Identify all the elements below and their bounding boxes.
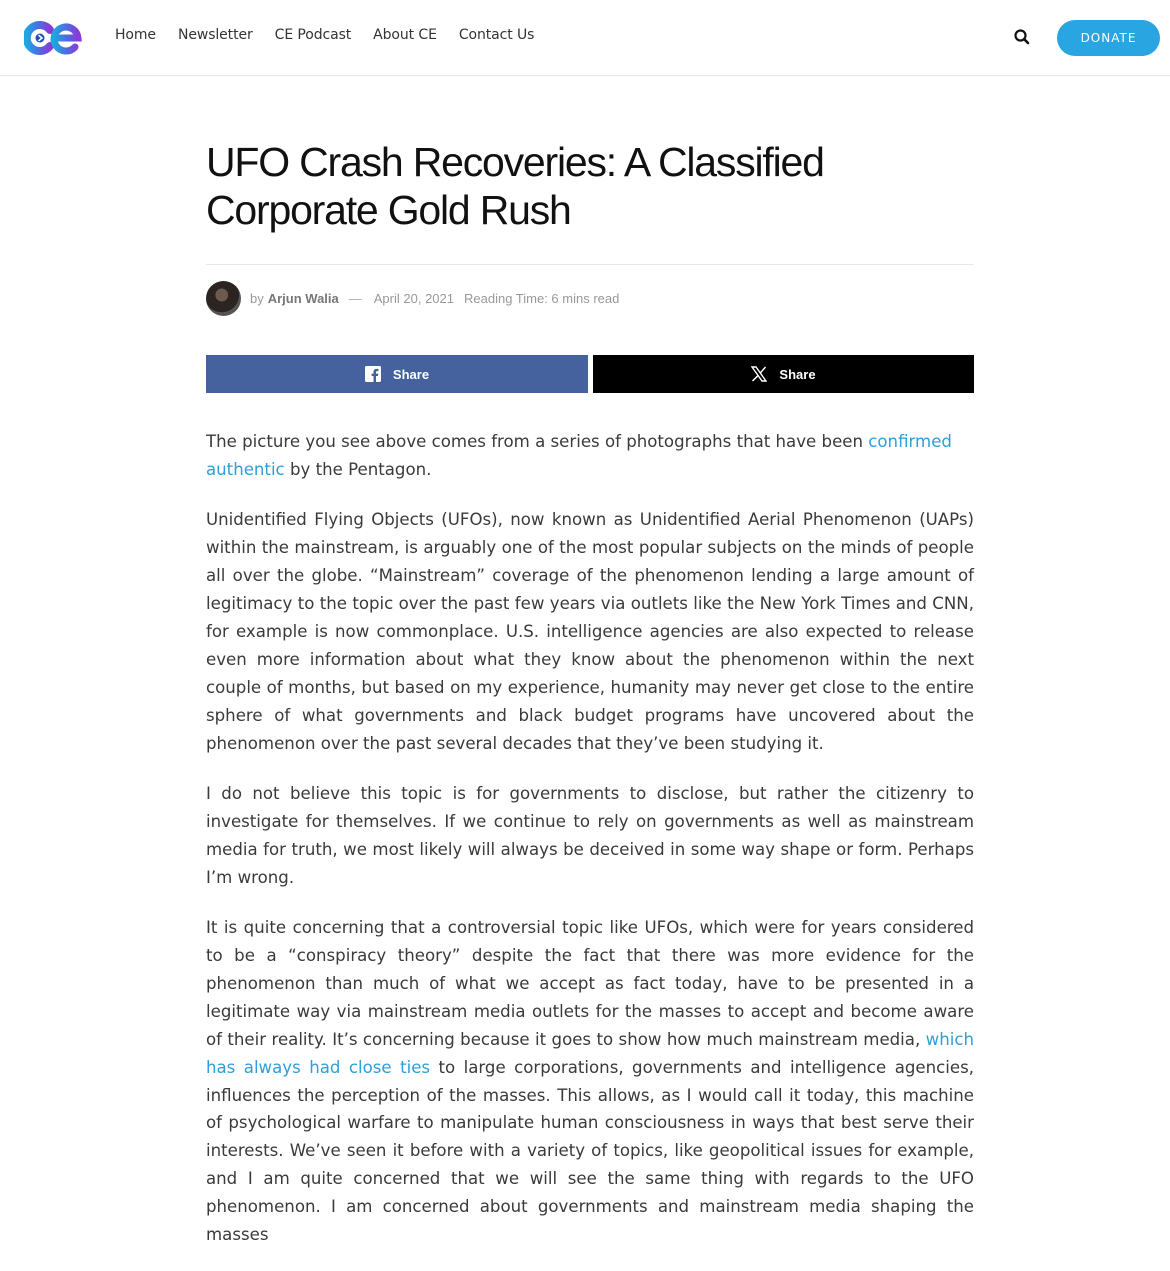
meta-dash: —: [348, 290, 362, 306]
site-header: Home Newsletter CE Podcast About CE Cont…: [0, 0, 1170, 76]
x-share-button[interactable]: Share: [593, 355, 974, 393]
facebook-icon: [364, 366, 381, 382]
facebook-share-label: Share: [392, 366, 430, 382]
facebook-share-button[interactable]: Share: [206, 355, 588, 393]
nav-about-ce[interactable]: About CE: [373, 27, 437, 43]
ce-logo-icon: [22, 21, 82, 55]
paragraph-4-text-end: to large corporations, governments and i…: [206, 1057, 974, 1245]
paragraph-2: Unidentified Flying Objects (UFOs), now …: [206, 510, 974, 753]
reading-time: Reading Time: 6 mins read: [464, 290, 620, 306]
paragraph-1-text: The picture you see above comes from a s…: [206, 432, 869, 451]
x-share-label: Share: [779, 366, 816, 382]
nav-newsletter[interactable]: Newsletter: [178, 27, 253, 43]
publish-date: April 20, 2021: [373, 290, 454, 306]
donate-button[interactable]: DONATE: [1057, 20, 1160, 56]
article-title: UFO Crash Recoveries: A Classified Corpo…: [206, 139, 825, 233]
site-logo[interactable]: [22, 21, 82, 55]
nav-ce-podcast[interactable]: CE Podcast: [275, 27, 352, 43]
meta-by: by: [250, 290, 264, 306]
paragraph-4: It is quite concerning that a controvers…: [206, 914, 974, 1249]
nav-home[interactable]: Home: [115, 27, 156, 43]
article-meta: by Arjun Walia — April 20, 2021 Reading …: [206, 280, 619, 316]
paragraph-3: I do not believe this topic is for gover…: [206, 783, 974, 887]
search-icon[interactable]: [1013, 28, 1031, 46]
x-icon: [751, 366, 768, 382]
nav-contact-us[interactable]: Contact Us: [459, 27, 535, 43]
paragraph-4-text: It is quite concerning that a controvers…: [206, 918, 974, 1049]
author-avatar[interactable]: [206, 280, 241, 316]
meta-divider: [206, 264, 974, 265]
article-body: The picture you see above comes from a s…: [206, 428, 974, 1271]
main-nav: Home Newsletter CE Podcast About CE Cont…: [115, 27, 556, 43]
author-link[interactable]: Arjun Walia: [268, 291, 339, 306]
paragraph-1-text-end: by the Pentagon.: [284, 459, 432, 479]
paragraph-1: The picture you see above comes from a s…: [206, 428, 974, 484]
